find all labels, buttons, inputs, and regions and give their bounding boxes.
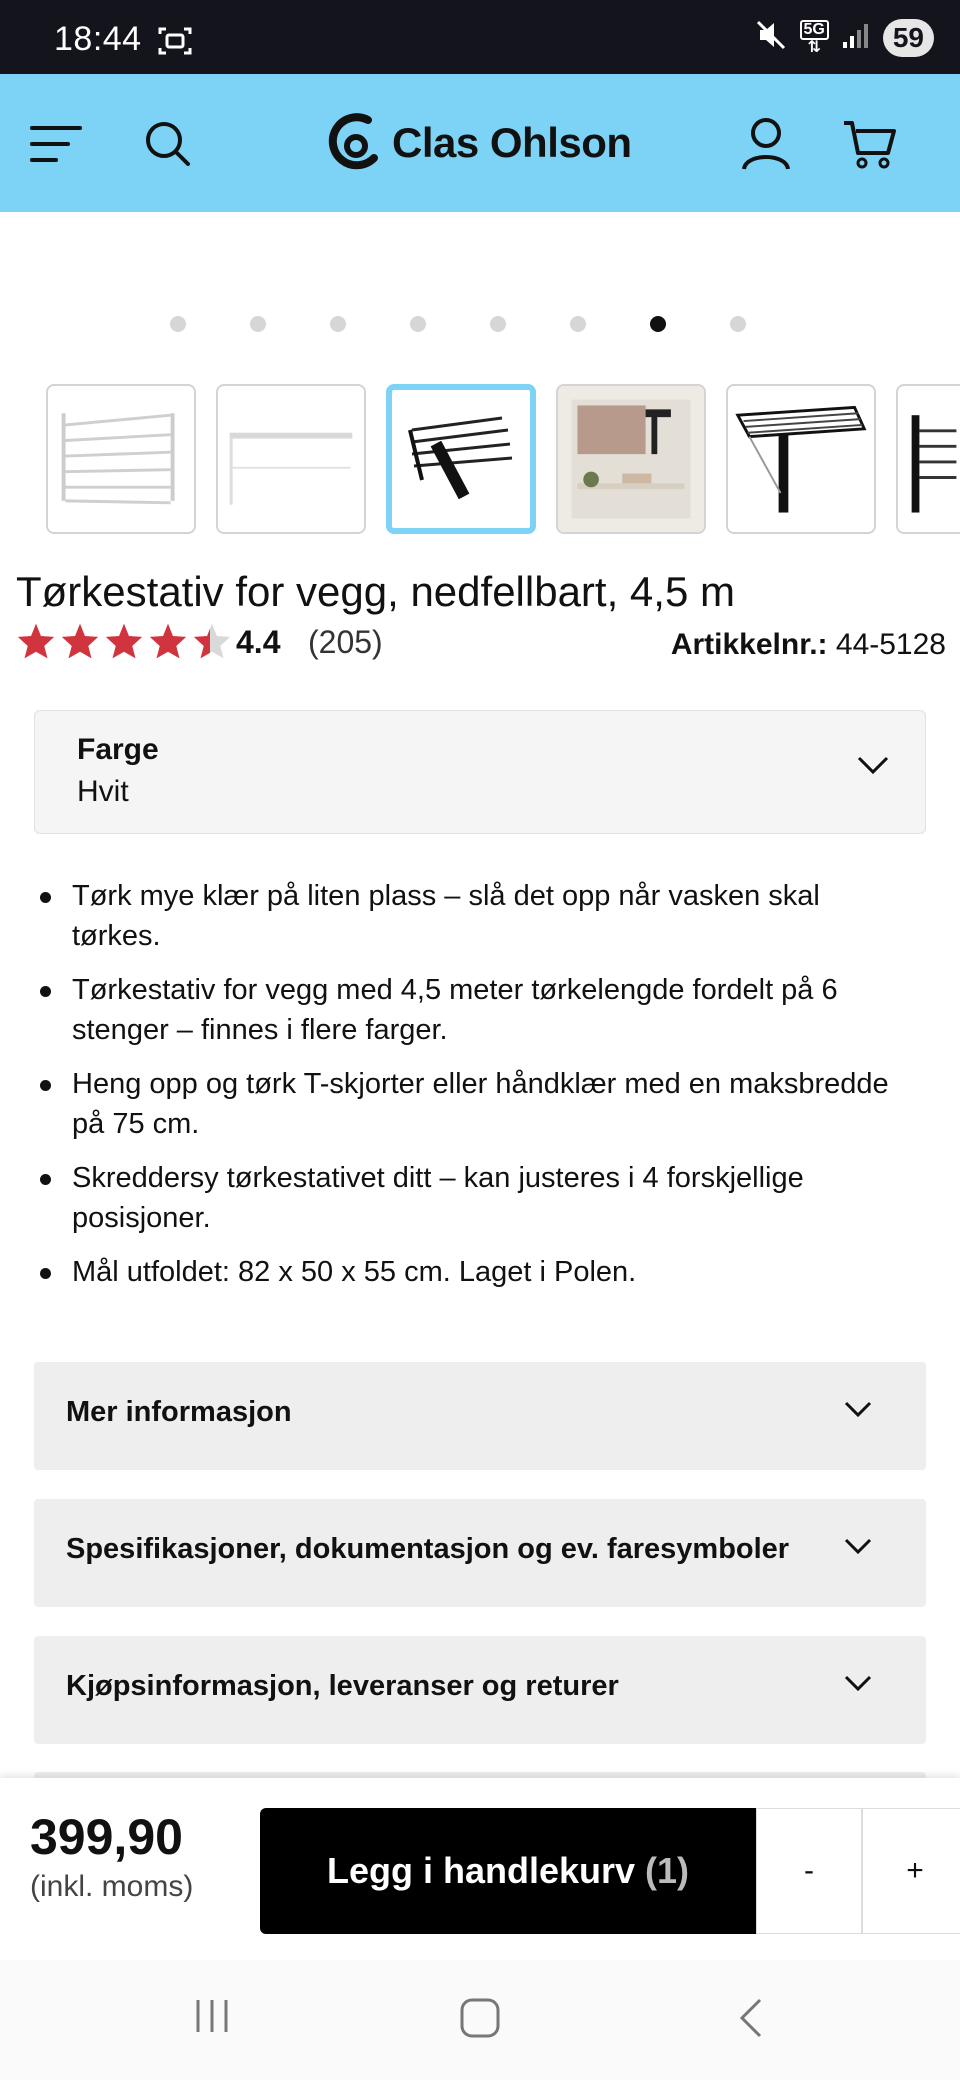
status-bar: 18:44 5G ⇅ 59: [0, 0, 960, 74]
brand-logo[interactable]: Clas Ohlson: [328, 110, 632, 176]
accordion-more-info[interactable]: Mer informasjon: [34, 1362, 926, 1470]
decrease-quantity-button[interactable]: -: [756, 1808, 862, 1934]
home-icon[interactable]: [458, 1996, 502, 2045]
logo-mark-icon: [328, 113, 378, 170]
network-icon: 5G ⇅: [799, 19, 829, 56]
star-icon: [149, 623, 187, 659]
chevron-down-icon: [844, 1400, 872, 1423]
rating-row: 4.4 (205) Artikkelnr.: 44-5128: [16, 620, 946, 666]
carousel-dot-active[interactable]: [650, 316, 666, 332]
thumbnail-3[interactable]: [386, 384, 536, 534]
carousel-dot[interactable]: [570, 316, 586, 332]
brand-name: Clas Ohlson: [392, 119, 632, 166]
add-to-cart-button[interactable]: Legg i handlekurv (1): [260, 1808, 756, 1934]
accordion-label: Kjøpsinformasjon, leveranser og returer: [66, 1670, 619, 1702]
chevron-down-icon: [857, 755, 889, 780]
purchase-bar: 399,90 (inkl. moms) Legg i handlekurv (1…: [0, 1778, 960, 1960]
thumbnail-4[interactable]: [556, 384, 706, 534]
network-label: 5G: [799, 19, 829, 40]
carousel-dot[interactable]: [490, 316, 506, 332]
signal-icon: [841, 20, 871, 55]
price: 399,90: [30, 1809, 183, 1865]
article-value: 44-5128: [835, 628, 946, 661]
thumbnail-2[interactable]: [216, 384, 366, 534]
star-icon: [105, 623, 143, 659]
color-value: Hvit: [77, 775, 129, 808]
carousel-dot[interactable]: [250, 316, 266, 332]
price-note: (inkl. moms): [30, 1870, 194, 1903]
screenshot-icon: [158, 26, 192, 56]
chevron-down-icon: [844, 1674, 872, 1697]
color-select[interactable]: Farge Hvit: [34, 710, 926, 834]
thumbnail-1[interactable]: [46, 384, 196, 534]
carousel-dot[interactable]: [730, 316, 746, 332]
thumbnail-6[interactable]: [896, 384, 960, 534]
accordion-label: Mer informasjon: [66, 1396, 292, 1428]
carousel-dot[interactable]: [170, 316, 186, 332]
thumbnail-strip: [46, 384, 960, 536]
feature-item: Tørk mye klær på liten plass – slå det o…: [30, 876, 910, 956]
review-count[interactable]: (205): [308, 624, 383, 661]
app-header: Clas Ohlson: [0, 74, 960, 212]
product-title: Tørkestativ for vegg, nedfellbart, 4,5 m: [16, 568, 735, 615]
color-label: Farge: [77, 733, 159, 766]
accordion-specifications[interactable]: Spesifikasjoner, dokumentasjon og ev. fa…: [34, 1499, 926, 1607]
rating-stars[interactable]: [16, 622, 232, 660]
article-number: Artikkelnr.: 44-5128: [671, 628, 946, 662]
feature-item: Heng opp og tørk T-skjorter eller håndkl…: [30, 1064, 910, 1144]
cart-count: (1): [645, 1850, 690, 1891]
feature-list: Tørk mye klær på liten plass – slå det o…: [30, 876, 910, 1306]
feature-item: Mål utfoldet: 82 x 50 x 55 cm. Laget i P…: [30, 1252, 910, 1292]
carousel-dot[interactable]: [330, 316, 346, 332]
mute-icon: [754, 18, 788, 57]
account-icon[interactable]: [736, 114, 796, 174]
search-icon[interactable]: [138, 114, 198, 174]
carousel-dot[interactable]: [410, 316, 426, 332]
status-time: 18:44: [54, 20, 142, 58]
thumbnail-5[interactable]: [726, 384, 876, 534]
rating-value: 4.4: [236, 624, 281, 660]
half-star-icon: [193, 623, 231, 659]
feature-item: Tørkestativ for vegg med 4,5 meter tørke…: [30, 970, 910, 1050]
star-icon: [61, 623, 99, 659]
increase-quantity-button[interactable]: +: [862, 1808, 960, 1934]
feature-item: Skreddersy tørkestativet ditt – kan just…: [30, 1158, 910, 1238]
add-to-cart-label: Legg i handlekurv: [326, 1850, 636, 1891]
battery-indicator: 59: [882, 18, 934, 57]
chevron-down-icon: [844, 1537, 872, 1560]
star-icon: [17, 623, 55, 659]
menu-icon[interactable]: [26, 114, 86, 174]
article-label: Artikkelnr.:: [670, 628, 828, 661]
back-icon[interactable]: [736, 1996, 766, 2045]
system-nav-bar: [0, 1960, 960, 2080]
cart-icon[interactable]: [840, 114, 900, 174]
accordion-label: Spesifikasjoner, dokumentasjon og ev. fa…: [66, 1533, 790, 1565]
accordion-purchase-info[interactable]: Kjøpsinformasjon, leveranser og returer: [34, 1636, 926, 1744]
carousel-dots: [170, 316, 746, 332]
recent-apps-icon[interactable]: [192, 1996, 232, 2041]
